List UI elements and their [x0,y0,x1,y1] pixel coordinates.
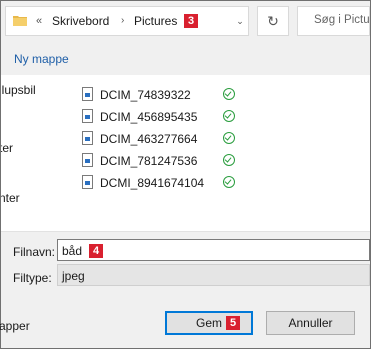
synced-check-icon [223,88,235,100]
step-badge-4: 4 [89,244,103,258]
address-dropdown-icon[interactable]: ⌄ [231,8,249,34]
nav-item-3[interactable]: nter [1,191,20,205]
folder-icon [13,16,27,26]
new-folder-button[interactable]: Ny mappe [14,52,69,66]
filename-label: Filnavn: [13,245,56,259]
divider [1,231,370,232]
search-placeholder: Søg i Pictu [314,14,370,26]
file-name: DCMI_8941674104 [100,176,205,190]
filename-value: båd [62,244,83,258]
filetype-label: Filtype: [13,271,52,285]
overflow-chevron-icon[interactable]: « [36,15,42,27]
list-item[interactable]: DCMI_8941674104 [82,173,282,193]
step-badge-5: 5 [226,316,240,330]
image-file-icon [82,153,93,167]
synced-check-icon [223,176,235,188]
synced-check-icon [223,110,235,122]
breadcrumb-chevron-icon[interactable]: › [121,15,124,26]
file-list: DCIM_74839322 DCIM_456895435 DCIM_463277… [59,75,370,231]
save-dialog: « Skrivebord › Pictures 3 ⌄ ↻ Søg i Pict… [0,0,371,349]
synced-check-icon [223,132,235,144]
address-bar[interactable]: « Skrivebord › Pictures 3 ⌄ [5,6,249,36]
file-name: DCIM_781247536 [100,154,198,168]
filetype-select[interactable]: jpeg [57,264,370,286]
list-item[interactable]: DCIM_463277664 [82,129,282,149]
filename-input[interactable]: båd [57,239,370,261]
image-file-icon [82,175,93,189]
file-name: DCIM_463277664 [100,132,198,146]
image-file-icon [82,87,93,101]
toolbar: Ny mappe [1,43,370,76]
list-item[interactable]: DCIM_74839322 [82,85,282,105]
file-name: DCIM_456895435 [100,110,198,124]
breadcrumb-pictures[interactable]: Pictures [134,14,177,28]
address-row: « Skrivebord › Pictures 3 ⌄ ↻ Søg i Pict… [1,1,370,43]
search-input[interactable]: Søg i Pictu [297,6,370,36]
navigation-pane: llupsbil ter nter [1,75,59,231]
image-file-icon [82,109,93,123]
synced-check-icon [223,154,235,166]
breadcrumb-skrivebord[interactable]: Skrivebord [52,14,109,28]
filetype-value: jpeg [62,269,85,283]
hide-folders-toggle[interactable]: apper [0,319,30,333]
step-badge-3: 3 [184,14,198,28]
image-file-icon [82,131,93,145]
refresh-icon[interactable]: ↻ [257,6,289,36]
cancel-button[interactable]: Annuller [266,311,355,335]
nav-item-1[interactable]: llupsbil [1,83,36,97]
list-item[interactable]: DCIM_456895435 [82,107,282,127]
nav-item-2[interactable]: ter [1,141,13,155]
file-name: DCIM_74839322 [100,88,191,102]
save-button-label: Gem [196,316,223,330]
list-item[interactable]: DCIM_781247536 [82,151,282,171]
